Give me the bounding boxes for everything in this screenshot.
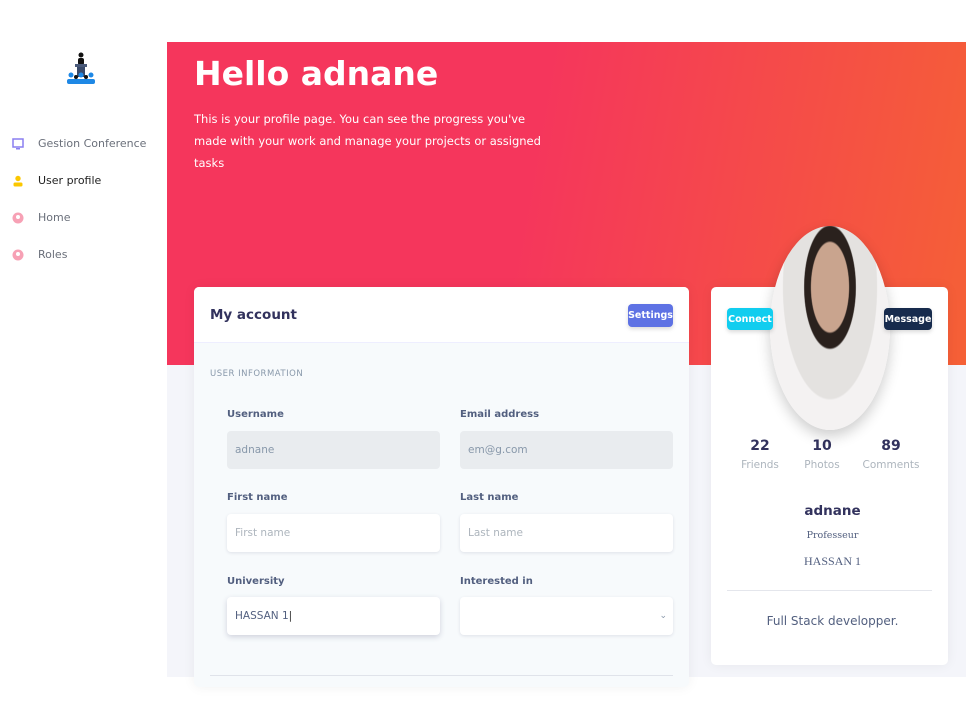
monitor-icon bbox=[12, 137, 24, 149]
card-header: My account Settings bbox=[194, 287, 689, 343]
last-name-input[interactable]: Last name bbox=[460, 514, 673, 552]
card-title: My account bbox=[210, 307, 297, 323]
stat-label: Comments bbox=[862, 459, 920, 471]
first-name-input[interactable]: First name bbox=[227, 514, 440, 552]
connect-button[interactable]: Connect bbox=[727, 308, 773, 330]
conference-logo-icon bbox=[67, 52, 95, 84]
sidebar-item-home[interactable]: Home bbox=[12, 211, 70, 224]
stat-friends: 22 Friends bbox=[725, 438, 795, 471]
stat-value: 10 bbox=[812, 438, 832, 454]
sidebar-item-label: Roles bbox=[38, 248, 68, 261]
stat-label: Photos bbox=[804, 459, 840, 471]
sidebar-item-label: Gestion Conference bbox=[38, 137, 147, 150]
username-input[interactable]: adnane bbox=[227, 431, 440, 469]
user-circle-icon bbox=[12, 212, 24, 223]
page-title: Hello adnane bbox=[194, 54, 439, 93]
sidebar-item-label: Home bbox=[38, 211, 71, 224]
profile-bio: Full Stack developper. bbox=[766, 614, 899, 628]
user-circle-icon bbox=[12, 249, 24, 260]
settings-button[interactable]: Settings bbox=[628, 304, 673, 327]
first-name-label: First name bbox=[227, 492, 288, 503]
university-label: University bbox=[227, 576, 285, 587]
stat-comments: 89 Comments bbox=[856, 438, 926, 471]
header-description: This is your profile page. You can see t… bbox=[194, 112, 541, 170]
chevron-down-icon: ⌄ bbox=[659, 611, 667, 621]
profile-divider bbox=[727, 590, 932, 591]
interested-label: Interested in bbox=[460, 576, 533, 587]
avatar bbox=[770, 226, 890, 430]
divider bbox=[210, 675, 673, 676]
last-name-label: Last name bbox=[460, 492, 519, 503]
email-label: Email address bbox=[460, 409, 540, 420]
sidebar: Gestion Conference User profile Home Rol… bbox=[0, 42, 167, 677]
stat-photos: 10 Photos bbox=[787, 438, 857, 471]
email-input[interactable]: em@g.com bbox=[460, 431, 673, 469]
profile-name: adnane bbox=[804, 503, 861, 519]
university-value: HASSAN 1 bbox=[235, 610, 289, 622]
profile-role: Professeur bbox=[806, 530, 859, 541]
my-account-card: My account Settings USER INFORMATION Use… bbox=[194, 287, 689, 687]
message-button[interactable]: Message bbox=[884, 308, 932, 330]
sidebar-item-label: User profile bbox=[38, 174, 102, 187]
stat-value: 89 bbox=[881, 438, 901, 454]
sidebar-item-user-profile[interactable]: User profile bbox=[12, 174, 101, 187]
user-icon bbox=[13, 175, 23, 186]
sidebar-item-roles[interactable]: Roles bbox=[12, 248, 67, 261]
interested-select[interactable]: ⌄ bbox=[460, 597, 673, 635]
stat-value: 22 bbox=[750, 438, 770, 454]
username-label: Username bbox=[227, 409, 284, 420]
university-input[interactable]: HASSAN 1| bbox=[227, 597, 440, 635]
profile-university: HASSAN 1 bbox=[803, 554, 861, 568]
sidebar-item-gestion-conference[interactable]: Gestion Conference bbox=[12, 137, 146, 150]
section-heading: USER INFORMATION bbox=[210, 369, 304, 379]
stat-label: Friends bbox=[741, 459, 779, 471]
